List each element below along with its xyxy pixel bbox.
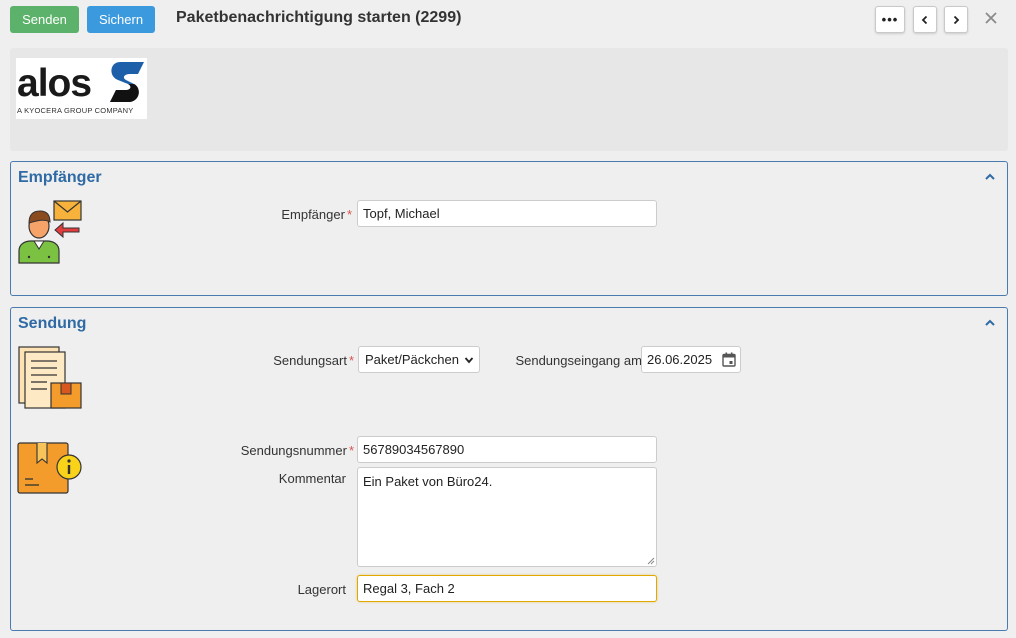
recipient-person-icon	[18, 200, 82, 264]
page-title: Paketbenachrichtigung starten (2299)	[176, 9, 462, 26]
storage-location-input[interactable]	[357, 575, 657, 602]
more-options-button[interactable]: •••	[875, 6, 905, 33]
comment-label: Kommentar	[278, 471, 346, 486]
recipient-section-title: Empfänger	[18, 169, 102, 186]
recipient-input[interactable]	[357, 200, 657, 227]
required-marker: *	[346, 207, 352, 222]
shipment-type-select[interactable]: Paket/Päckchen	[358, 346, 480, 373]
close-button[interactable]	[981, 7, 1001, 29]
shipment-section: Sendung Sendungsart * Paket/Päckchen Send…	[10, 307, 1008, 631]
close-icon	[985, 12, 997, 24]
calendar-icon[interactable]	[722, 352, 736, 367]
storage-location-label: Lagerort	[297, 582, 346, 597]
logo-panel: alos A KYOCERA GROUP COMPANY	[10, 48, 1008, 151]
save-button[interactable]: Sichern	[87, 6, 155, 33]
logo-swoosh-icon	[110, 62, 144, 102]
recipient-label: Empfänger *	[281, 207, 352, 222]
required-marker: *	[348, 443, 354, 458]
collapse-recipient-icon[interactable]	[983, 170, 997, 184]
next-button[interactable]	[944, 6, 968, 33]
collapse-shipment-icon[interactable]	[983, 316, 997, 330]
previous-button[interactable]	[913, 6, 937, 33]
comment-textarea[interactable]: Ein Paket von Büro24.	[357, 467, 657, 567]
logo-wordmark: alos	[17, 62, 92, 105]
logo-subtitle: A KYOCERA GROUP COMPANY	[17, 106, 134, 115]
received-date-label: Sendungseingang am*	[515, 353, 649, 368]
documents-package-icon	[18, 346, 82, 409]
more-icon: •••	[881, 12, 899, 27]
shipment-section-title: Sendung	[18, 315, 87, 332]
shipment-type-value: Paket/Päckchen	[365, 352, 459, 367]
package-info-icon	[17, 442, 82, 494]
required-marker: *	[348, 353, 354, 368]
shipment-number-input[interactable]	[357, 436, 657, 463]
received-date-value: 26.06.2025	[647, 352, 713, 367]
received-date-input[interactable]: 26.06.2025	[641, 346, 741, 373]
recipient-section: Empfänger Empfänger *	[10, 161, 1008, 296]
chevron-left-icon	[921, 15, 928, 24]
chevron-right-icon	[953, 15, 960, 24]
shipment-number-label: Sendungsnummer *	[240, 443, 354, 458]
toolbar: Senden Sichern Paketbenachrichtigung sta…	[0, 0, 1016, 40]
shipment-type-label: Sendungsart *	[273, 353, 354, 368]
chevron-down-icon	[464, 357, 474, 364]
company-logo: alos A KYOCERA GROUP COMPANY	[16, 58, 147, 119]
send-button[interactable]: Senden	[10, 6, 79, 33]
resize-handle-icon[interactable]	[647, 557, 655, 565]
